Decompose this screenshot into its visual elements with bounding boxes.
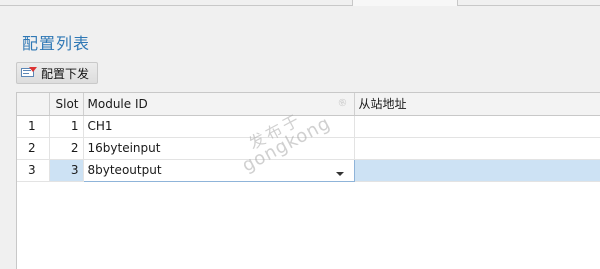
module-id-value: 8byteoutput bbox=[87, 163, 162, 177]
row-index: 2 bbox=[17, 137, 50, 160]
tab-active[interactable] bbox=[352, 0, 458, 6]
module-id-dropdown-cell[interactable]: 8byteoutput bbox=[82, 158, 355, 182]
module-id-cell[interactable]: 16byteinput bbox=[83, 137, 355, 160]
config-table: Slot Module ID 从站地址 1 1 CH1 2 2 16bytein… bbox=[17, 93, 600, 182]
deploy-config-label: 配置下发 bbox=[41, 66, 90, 81]
table-row[interactable]: 2 2 16byteinput bbox=[17, 137, 600, 160]
slave-address-cell[interactable] bbox=[354, 159, 600, 182]
config-grid[interactable]: Slot Module ID 从站地址 1 1 CH1 2 2 16bytein… bbox=[16, 92, 600, 269]
tab-strip-left bbox=[0, 0, 352, 6]
slot-cell[interactable]: 3 bbox=[49, 159, 84, 182]
slot-cell[interactable]: 1 bbox=[49, 115, 84, 138]
slave-address-cell[interactable] bbox=[354, 137, 600, 160]
tab-strip bbox=[0, 0, 600, 6]
slave-address-cell[interactable] bbox=[354, 115, 600, 138]
tab-strip-right bbox=[458, 0, 600, 6]
row-index: 3 bbox=[17, 159, 50, 182]
header-row: Slot Module ID 从站地址 bbox=[17, 93, 600, 116]
module-id-dropdown[interactable]: 8byteoutput bbox=[88, 163, 350, 177]
column-header-slot[interactable]: Slot bbox=[49, 93, 84, 116]
table-row[interactable]: 1 1 CH1 bbox=[17, 115, 600, 138]
deploy-config-button[interactable]: 配置下发 bbox=[16, 62, 98, 84]
column-header-rowindex bbox=[17, 93, 50, 116]
column-header-module-id[interactable]: Module ID bbox=[83, 93, 355, 116]
chevron-down-icon[interactable] bbox=[335, 172, 344, 176]
slot-cell[interactable]: 2 bbox=[49, 137, 84, 160]
column-header-slave-address[interactable]: 从站地址 bbox=[354, 93, 600, 116]
page-title: 配置列表 bbox=[22, 34, 91, 53]
table-row-selected[interactable]: 3 3 8byteoutput bbox=[17, 158, 600, 182]
module-id-cell[interactable]: CH1 bbox=[83, 115, 355, 138]
mail-send-icon bbox=[21, 67, 37, 79]
row-index: 1 bbox=[17, 115, 50, 138]
